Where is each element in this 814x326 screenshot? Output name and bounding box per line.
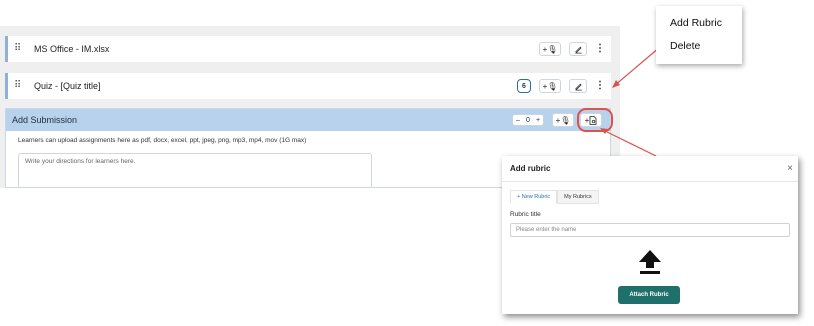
attach-rubric-button[interactable]: Attach Rubric	[618, 286, 680, 304]
rubric-tabs: + New Rubric My Rubrics	[510, 190, 599, 204]
callout-arrow-modal	[602, 129, 657, 157]
rubric-title-input[interactable]: Please enter the name	[510, 223, 790, 237]
menu-item-add-rubric[interactable]: Add Rubric	[670, 17, 722, 29]
context-menu: Add Rubric Delete	[656, 6, 742, 64]
modal-title: Add rubric	[510, 164, 551, 173]
tab-new-rubric[interactable]: + New Rubric	[510, 190, 558, 204]
menu-item-delete[interactable]: Delete	[670, 40, 700, 52]
modal-header: Add rubric ×	[502, 156, 798, 182]
close-icon[interactable]: ×	[782, 163, 798, 174]
arrowhead-icon	[600, 128, 608, 134]
rubric-title-label: Rubric title	[510, 211, 541, 218]
upload-icon[interactable]	[638, 249, 662, 275]
add-rubric-modal: Add rubric × + New Rubric My Rubrics Rub…	[502, 156, 798, 314]
tab-my-rubrics[interactable]: My Rubrics	[557, 190, 599, 204]
